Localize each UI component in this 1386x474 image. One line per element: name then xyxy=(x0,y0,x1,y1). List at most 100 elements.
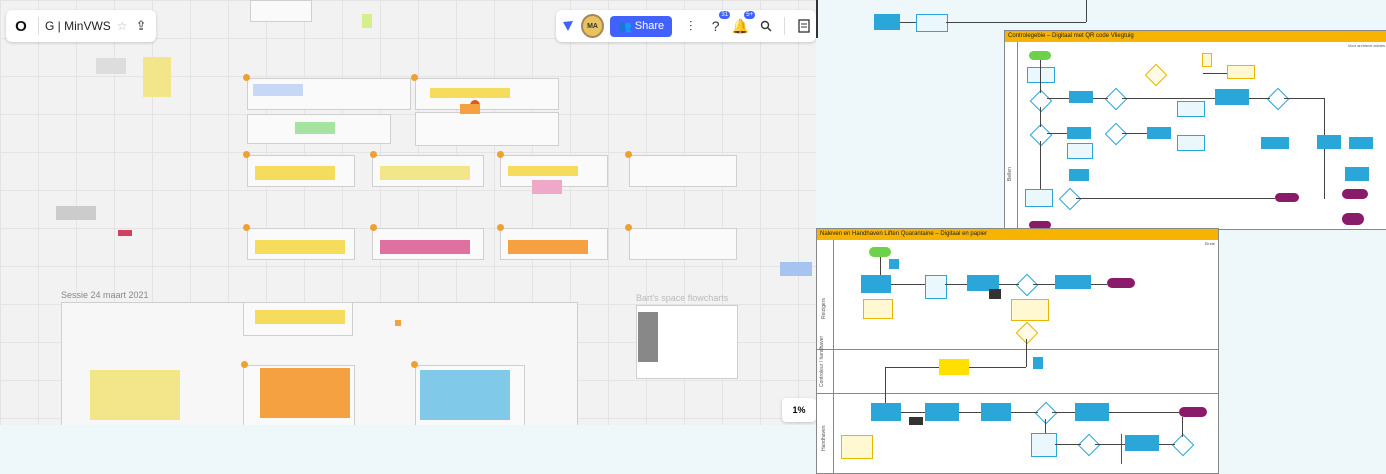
search-icon[interactable] xyxy=(755,15,776,37)
board-frame[interactable] xyxy=(629,155,737,187)
connector xyxy=(901,412,925,413)
connector xyxy=(1033,284,1055,285)
notes-panel-icon[interactable] xyxy=(793,15,814,37)
lane-label: Bellen xyxy=(1007,167,1013,181)
collaboration-toolbar: MA 👥 Share ⫶ ? 31 🔔 5+ xyxy=(556,10,816,42)
bell-icon[interactable]: 🔔 5+ xyxy=(730,11,756,37)
toolbar-divider xyxy=(38,17,39,35)
process-box xyxy=(871,403,901,421)
sticky-note[interactable] xyxy=(362,14,372,28)
users-icon: 👥 xyxy=(618,20,632,33)
sticky-note-cluster[interactable] xyxy=(508,166,578,176)
star-icon[interactable]: ☆ xyxy=(117,19,128,33)
sticky-note-cluster[interactable] xyxy=(90,370,180,420)
sticky-note-cluster[interactable] xyxy=(380,240,470,254)
connector xyxy=(1011,412,1038,413)
lane-divider xyxy=(817,393,1218,394)
share-button-label: Share xyxy=(634,20,665,32)
board-frame[interactable] xyxy=(250,0,312,22)
section-label: Bart's space flowcharts xyxy=(636,293,729,303)
sticky-note-cluster[interactable] xyxy=(380,166,470,180)
connector xyxy=(969,367,1026,368)
diagram-snippet[interactable] xyxy=(56,206,96,220)
connector xyxy=(1047,133,1067,134)
document-shape xyxy=(1177,101,1205,117)
process-box xyxy=(925,403,959,421)
notification-badge: 5+ xyxy=(744,11,756,19)
connector xyxy=(946,22,1086,23)
end-node xyxy=(1107,278,1135,288)
image-block[interactable] xyxy=(638,312,658,362)
frame-number-badge xyxy=(243,151,250,158)
sticky-note-cluster[interactable] xyxy=(420,370,510,420)
connector xyxy=(1040,141,1041,189)
connector xyxy=(1109,412,1179,413)
sticky-note-cluster[interactable] xyxy=(508,240,588,254)
device-icon xyxy=(989,289,1001,299)
sticky-note[interactable] xyxy=(460,104,480,114)
device-icon xyxy=(1202,53,1212,67)
flowchart-canvas: Controlegebie – Digitaal met QR code Vli… xyxy=(816,0,1386,474)
board-frame[interactable] xyxy=(415,112,559,146)
decision-node xyxy=(1144,63,1168,87)
connector xyxy=(1055,444,1081,445)
board-toolbar: O G | MinVWS ☆ ⇪ xyxy=(6,10,156,42)
settings-sliders-icon[interactable]: ⫶ xyxy=(680,15,701,37)
lane-label: Reizigers xyxy=(821,298,827,319)
frame-number-badge xyxy=(243,74,250,81)
connector xyxy=(1086,0,1087,22)
connector xyxy=(1324,98,1325,135)
connector xyxy=(900,22,916,23)
document-shape xyxy=(1067,143,1093,159)
connector xyxy=(1091,284,1107,285)
avatar[interactable]: MA xyxy=(580,14,605,38)
miro-board-canvas[interactable]: O G | MinVWS ☆ ⇪ MA 👥 Share ⫶ ?31 🔔5+ xyxy=(0,0,816,425)
decision-node xyxy=(1034,401,1058,425)
board-title[interactable]: G | MinVWS xyxy=(45,19,111,33)
document-shape xyxy=(1025,189,1053,207)
miro-logo[interactable]: O xyxy=(10,18,32,35)
sticky-note-cluster[interactable] xyxy=(295,122,335,134)
connector xyxy=(1122,133,1147,134)
sticky-note-cluster[interactable] xyxy=(253,84,303,96)
document-shape xyxy=(916,14,948,32)
board-frame[interactable] xyxy=(629,228,737,260)
sticky-note-cluster[interactable] xyxy=(255,166,335,180)
zoom-level-indicator[interactable]: 1% xyxy=(782,398,816,422)
connector xyxy=(1052,412,1075,413)
sticky-note-cluster[interactable] xyxy=(143,57,171,97)
process-box xyxy=(1349,137,1373,149)
reactions-icon[interactable] xyxy=(558,15,579,37)
connector xyxy=(1159,444,1175,445)
annotation-box xyxy=(841,435,873,459)
sticky-note-cluster[interactable] xyxy=(260,368,350,418)
decision-node xyxy=(1015,321,1039,345)
sticky-note-cluster[interactable] xyxy=(430,88,510,98)
help-badge: 31 xyxy=(719,11,731,19)
process-box xyxy=(981,403,1011,421)
share-button[interactable]: 👥 Share xyxy=(610,15,673,37)
toolbar-divider xyxy=(784,17,786,35)
text-block[interactable] xyxy=(96,58,126,74)
process-box xyxy=(1067,127,1091,139)
sticky-note-cluster[interactable] xyxy=(532,180,562,194)
connector xyxy=(1249,98,1270,99)
start-node xyxy=(1029,51,1051,60)
lane-label: Handhaven xyxy=(821,425,827,451)
connector xyxy=(1122,98,1215,99)
connector xyxy=(1203,73,1227,74)
decision-node xyxy=(1104,122,1128,146)
sticky-note-cluster[interactable] xyxy=(780,262,812,276)
device-icon xyxy=(909,417,923,425)
sticky-note[interactable] xyxy=(395,320,401,326)
sticky-note[interactable] xyxy=(118,230,132,236)
diagram-note: Einde xyxy=(1204,241,1215,246)
sticky-note-cluster[interactable] xyxy=(255,240,345,254)
process-box xyxy=(1075,403,1109,421)
connector xyxy=(1040,60,1041,93)
help-icon[interactable]: ? 31 xyxy=(705,11,731,37)
sticky-note-cluster[interactable] xyxy=(255,310,345,324)
export-icon[interactable]: ⇪ xyxy=(136,18,147,34)
canvas-divider xyxy=(816,0,818,38)
frame-number-badge xyxy=(497,224,504,231)
